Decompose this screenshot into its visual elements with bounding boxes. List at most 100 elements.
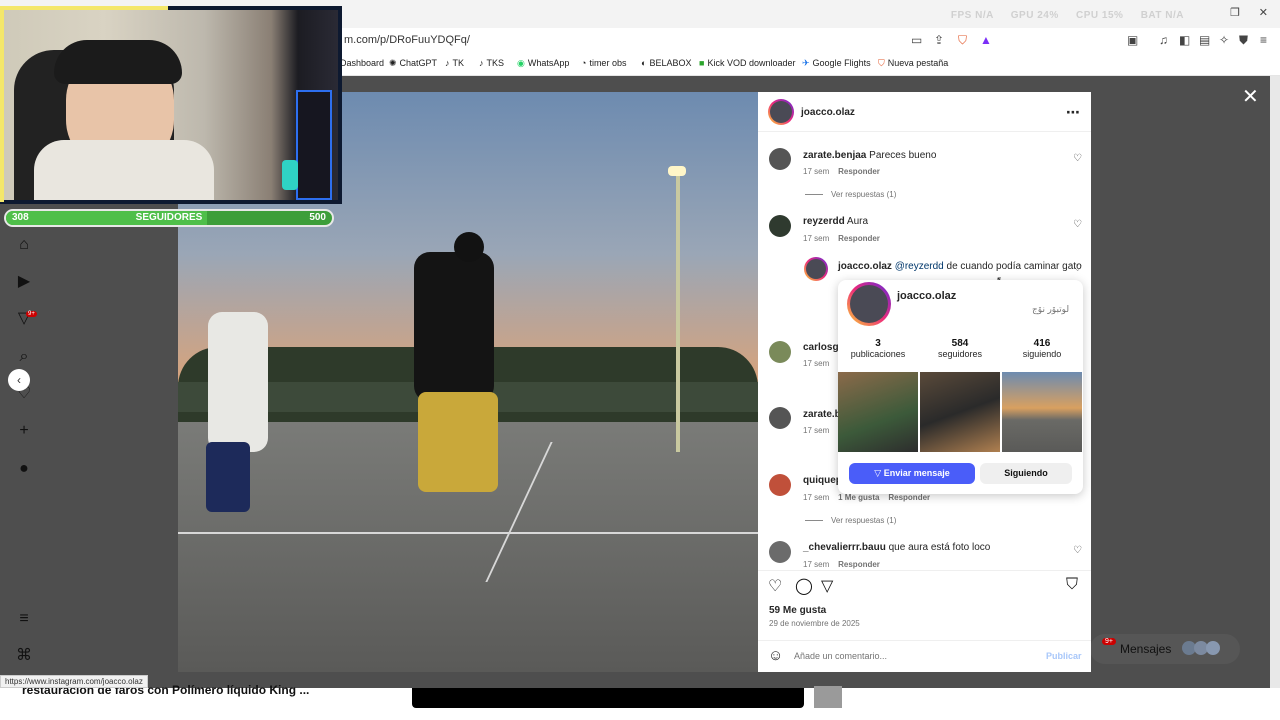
close-modal-icon[interactable]: ✕ (1242, 84, 1259, 109)
reply-link[interactable]: Responder (888, 493, 930, 502)
likes-count[interactable]: 59 Me gusta (769, 605, 826, 616)
battery-stat: BAT N/A (1140, 10, 1184, 21)
comment-input[interactable] (794, 648, 1034, 664)
more-options-icon[interactable]: ⋯ (1066, 104, 1080, 121)
video-player[interactable] (412, 688, 804, 708)
reels-icon[interactable]: ▶ (14, 272, 34, 292)
meta-apps-icon[interactable]: ⌘ (14, 646, 34, 666)
url-field[interactable]: m.com/p/DRoFuuYDQFq/ (344, 34, 470, 46)
reply-text: joacco.olaz @reyzerdd de cuando podía ca… (838, 261, 1082, 272)
mention-link[interactable]: @reyzerdd (895, 261, 944, 272)
menu-icon[interactable]: ≡ (1260, 33, 1267, 47)
comment-bubble-icon[interactable]: ◯ (795, 576, 813, 596)
channel-thumbnail[interactable] (814, 686, 842, 708)
card-post-thumbnail[interactable] (920, 372, 1000, 452)
like-comment-heart-icon[interactable]: ♡ (1073, 545, 1082, 556)
timer-icon: ◔ (581, 58, 587, 68)
author-avatar[interactable] (770, 101, 792, 123)
following-count: 416 (1033, 338, 1051, 349)
photo-player-jumping (414, 252, 494, 402)
like-comment-heart-icon[interactable]: ♡ (1073, 219, 1082, 230)
commenter-avatar[interactable] (769, 541, 791, 563)
like-heart-icon[interactable]: ♡ (768, 576, 782, 596)
reply-username[interactable]: joacco.olaz (838, 261, 892, 272)
restore-window-icon[interactable]: ❐ (1230, 6, 1240, 19)
bookmark-timer-obs[interactable]: ◔ timer obs (581, 58, 626, 68)
cpu-stat: CPU 15% (1076, 10, 1124, 21)
card-avatar[interactable] (850, 285, 888, 323)
commenter-avatar[interactable] (769, 407, 791, 429)
messages-pill[interactable]: 9+ Mensajes (1090, 634, 1240, 664)
send-message-label: Enviar mensaje (883, 468, 950, 478)
gpu-stat: GPU 24% (1010, 10, 1059, 21)
vpn-icon[interactable]: ⛊ (1239, 33, 1248, 48)
webcam-feed (4, 10, 338, 200)
brave-shield-icon[interactable]: ⛉ (958, 33, 967, 48)
bookmark-whatsapp[interactable]: ◉ WhatsApp (517, 58, 569, 69)
profile-avatar-icon[interactable]: ● (14, 459, 34, 479)
page-scrollbar[interactable] (1270, 76, 1280, 688)
whatsapp-icon: ◉ (517, 58, 525, 68)
following-label: siguiendo (1022, 349, 1062, 359)
reply-avatar[interactable] (806, 259, 826, 279)
create-plus-icon[interactable]: + (14, 421, 34, 441)
media-icon[interactable]: ♫ (1159, 33, 1168, 47)
bookmark-google-flights[interactable]: ✈ Google Flights (802, 58, 871, 69)
home-icon[interactable]: ⌂ (14, 235, 34, 255)
tiktok-icon: ♪ (445, 58, 450, 68)
comment-username[interactable]: quiquep (803, 475, 842, 486)
ai-assistant-icon[interactable]: ✧ (1219, 33, 1229, 47)
view-replies-link[interactable]: Ver respuestas (1) (805, 190, 896, 199)
bookmark-tk[interactable]: ♪ TK (445, 58, 464, 68)
reply-link[interactable]: Responder (838, 234, 880, 243)
comment-username[interactable]: reyzerdd (803, 216, 845, 227)
share-icon[interactable]: ⇪ (934, 33, 944, 47)
commenter-avatar[interactable] (769, 474, 791, 496)
comment-username[interactable]: _chevalierrr.bauu (803, 542, 886, 553)
comment-username[interactable]: zarate.benjaa (803, 150, 866, 161)
comment-body: Aura (846, 216, 869, 227)
following-stat[interactable]: 416 siguiendo (1002, 338, 1082, 359)
reply-link[interactable]: Responder (838, 560, 880, 569)
bookmark-dashboard[interactable]: Dashboard (340, 58, 384, 68)
follower-goal-bar: 308 SEGUIDORES 500 (4, 209, 334, 227)
commenter-avatar[interactable] (769, 148, 791, 170)
comment-text: zarate.benjaa Pareces bueno (803, 150, 936, 161)
sidebar-toggle-icon[interactable]: ▣ (1127, 33, 1138, 47)
comment-likes[interactable]: 1 Me gusta (838, 493, 879, 502)
cast-icon[interactable]: ▭ (911, 33, 922, 47)
author-username[interactable]: joacco.olaz (801, 107, 855, 118)
webcam-border-accent (0, 6, 4, 202)
card-post-thumbnail[interactable] (1002, 372, 1082, 452)
wallet-icon[interactable]: ▤ (1199, 33, 1210, 47)
commenter-avatar[interactable] (769, 341, 791, 363)
like-reply-heart-icon[interactable]: ♡ (1073, 263, 1082, 274)
save-bookmark-icon[interactable]: ⛉ (1066, 576, 1078, 594)
reply-link[interactable]: Responder (838, 167, 880, 176)
bookmark-belabox[interactable]: ◐ BELABOX (641, 58, 691, 68)
commenter-avatar[interactable] (769, 215, 791, 237)
bookmark-tks[interactable]: ♪ TKS (479, 58, 504, 68)
bookmark-kick-vod[interactable]: ■ Kick VOD downloader (699, 58, 795, 68)
split-view-icon[interactable]: ◧ (1179, 33, 1190, 47)
emoji-icon[interactable]: ☺ (768, 647, 783, 664)
share-send-icon[interactable]: ▽ (821, 576, 833, 596)
photo-player-jumping-shorts (418, 392, 498, 492)
card-post-thumbnail[interactable] (838, 372, 918, 452)
nav-notification-badge: 9+ (26, 311, 37, 317)
close-window-icon[interactable]: ✕ (1259, 6, 1268, 19)
publish-button[interactable]: Publicar (1046, 651, 1082, 661)
brave-rewards-icon[interactable]: ▲ (980, 33, 992, 47)
like-comment-heart-icon[interactable]: ♡ (1073, 153, 1082, 164)
kick-icon: ■ (699, 58, 705, 68)
card-username[interactable]: joacco.olaz (897, 290, 956, 302)
more-menu-icon[interactable]: ≡ (14, 609, 34, 629)
previous-post-button[interactable]: ‹ (8, 369, 30, 391)
view-replies-link[interactable]: Ver respuestas (1) (805, 516, 896, 525)
followers-stat[interactable]: 584 seguidores (920, 338, 1000, 359)
following-button[interactable]: Siguiendo (980, 463, 1072, 484)
bookmark-chatgpt[interactable]: ✺ ChatGPT (389, 58, 437, 69)
bookmark-new-tab[interactable]: ⛉ Nueva pestaña (878, 58, 948, 69)
search-icon[interactable]: ⌕ (14, 347, 34, 367)
send-message-button[interactable]: ▽ Enviar mensaje (849, 463, 975, 484)
